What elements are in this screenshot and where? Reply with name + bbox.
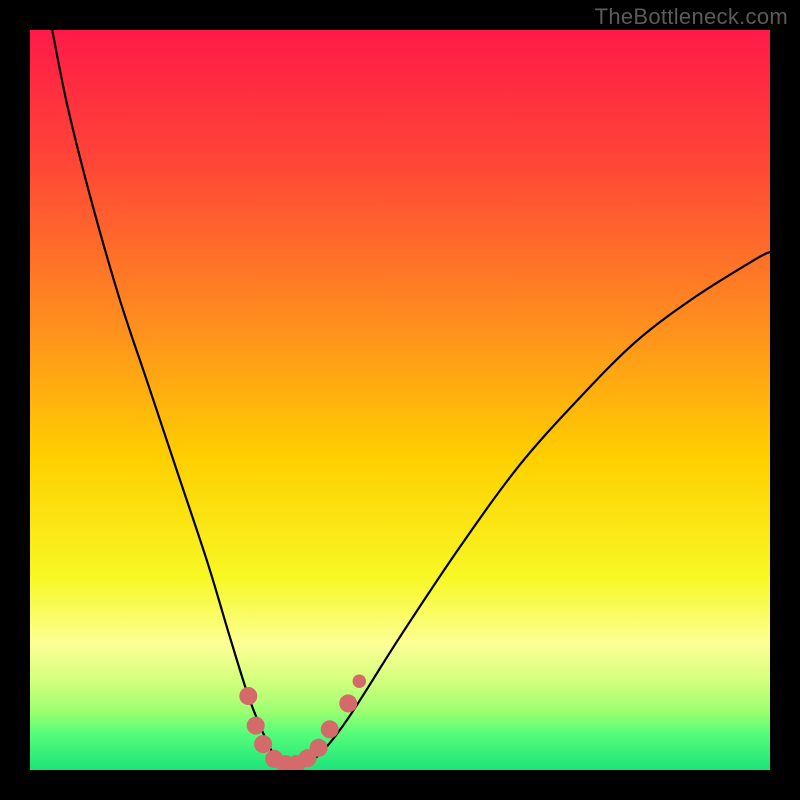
marker-dot bbox=[247, 717, 265, 735]
marker-dot-isolated bbox=[353, 674, 367, 688]
gradient-background bbox=[30, 30, 770, 770]
marker-dot bbox=[239, 687, 257, 705]
marker-dot bbox=[310, 739, 328, 757]
chart-frame: TheBottleneck.com bbox=[0, 0, 800, 800]
plot-area bbox=[30, 30, 770, 770]
chart-svg bbox=[30, 30, 770, 770]
watermark-text: TheBottleneck.com bbox=[595, 4, 788, 30]
marker-dot bbox=[321, 720, 339, 738]
marker-dot bbox=[339, 694, 357, 712]
marker-dot bbox=[254, 735, 272, 753]
